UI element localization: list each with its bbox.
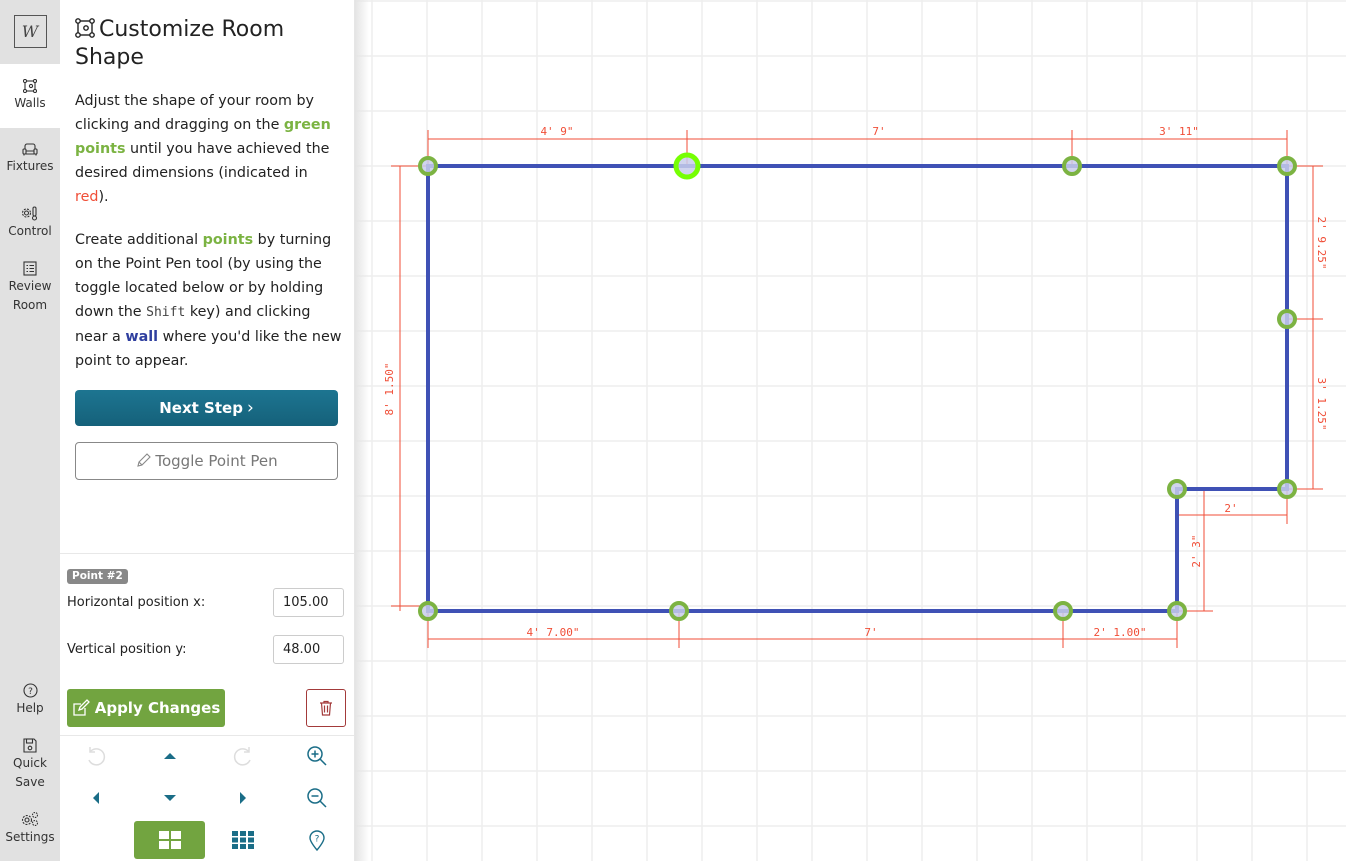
rail-item-help[interactable]: ? Help [0, 683, 60, 718]
thermostat-gear-icon [21, 206, 38, 221]
undo-button[interactable] [76, 741, 116, 771]
large-grid-button[interactable] [134, 821, 205, 859]
walls-icon [23, 79, 37, 93]
grid-3x3-icon [232, 831, 254, 849]
location-help-button[interactable]: ? [297, 825, 337, 855]
caret-right-icon [240, 792, 246, 804]
rail-item-fixtures[interactable]: Fixtures [0, 143, 60, 176]
wall-point[interactable] [1277, 309, 1297, 329]
wall-point[interactable] [1053, 601, 1073, 621]
wall-point[interactable] [418, 156, 438, 176]
edit-icon [73, 699, 90, 716]
rail-item-label: Help [16, 701, 44, 715]
rail-item-label: Walls [14, 96, 46, 110]
wall-point[interactable] [1167, 479, 1187, 499]
map-pin-question-icon: ? [309, 830, 325, 851]
rail-item-label: Settings [5, 830, 55, 844]
dim-label-right-1: 2' 9.25" [1315, 217, 1328, 270]
rail-item-quick-save[interactable]: Quick Save [0, 738, 60, 792]
rail-item-label: Quick Save [13, 756, 47, 789]
dim-label-bottom-3: 2' 1.00" [1094, 626, 1147, 639]
x-position-input[interactable] [273, 588, 344, 617]
dim-label-top-1: 4' 9" [540, 125, 573, 138]
apply-changes-button[interactable]: Apply Changes [67, 689, 225, 727]
rail-item-review-room[interactable]: Review Room [0, 261, 60, 315]
dim-label-top-3: 3' 11" [1159, 125, 1199, 138]
dim-label-left: 8' 1.50" [383, 363, 396, 416]
x-position-label: Horizontal position x: [67, 595, 206, 610]
wall-point[interactable] [669, 601, 689, 621]
caret-left-icon [93, 792, 99, 804]
redo-icon [233, 747, 251, 766]
wall-points [418, 152, 1297, 621]
instructions-paragraph-1: Adjust the shape of your room by clickin… [75, 93, 331, 205]
logo-mark: W [13, 14, 47, 48]
sofa-icon [22, 143, 38, 156]
dim-label-bottom-2: 7' [864, 626, 877, 639]
rail-item-label: Control [8, 224, 52, 238]
room-walls[interactable] [426, 164, 1289, 613]
small-grid-button[interactable] [223, 825, 263, 855]
wall-point[interactable] [1062, 156, 1082, 176]
dimension-labels: 4' 9" 7' 3' 11" 8' 1.50" 2' 9.25" 3' 1.2… [383, 125, 1328, 639]
zoom-in-button[interactable] [297, 741, 337, 771]
question-circle-icon: ? [22, 683, 38, 698]
next-step-button[interactable]: Next Step › [75, 390, 338, 426]
pan-up-button[interactable] [150, 741, 190, 771]
caret-up-icon [164, 753, 176, 759]
icon-rail: W Walls Fixtures Control Review Room ? H… [0, 0, 60, 861]
wall-point[interactable] [1277, 479, 1297, 499]
divider [60, 735, 354, 736]
floppy-disk-icon [23, 738, 37, 753]
zoom-out-button[interactable] [297, 783, 337, 813]
dim-label-top-2: 7' [872, 125, 885, 138]
wall-point[interactable] [418, 601, 438, 621]
redo-button[interactable] [223, 741, 263, 771]
caret-down-icon [164, 795, 176, 801]
gears-icon [21, 811, 39, 827]
grid-2x2-icon [158, 831, 181, 849]
page-title: Customize Room Shape [75, 17, 285, 70]
instructions-paragraph-2: Create additional points by turning on t… [75, 232, 342, 369]
svg-text:?: ? [315, 835, 320, 845]
zoom-in-icon [307, 746, 327, 766]
rail-item-label: Fixtures [6, 159, 54, 173]
trash-icon [320, 700, 332, 716]
rail-item-settings[interactable]: Settings [0, 811, 60, 847]
floorplan-canvas[interactable]: 4' 9" 7' 3' 11" 8' 1.50" 2' 9.25" 3' 1.2… [355, 0, 1346, 861]
dim-label-bottom-1: 4' 7.00" [527, 626, 580, 639]
wall-point[interactable] [1277, 156, 1297, 176]
checklist-icon [23, 261, 37, 276]
chevron-right-icon: › [246, 398, 254, 418]
wall-point[interactable] [1167, 601, 1187, 621]
pan-down-button[interactable] [150, 783, 190, 813]
dim-label-notch-h: 2' [1224, 502, 1237, 515]
undo-icon [88, 747, 106, 766]
rail-item-walls[interactable]: Walls [0, 64, 60, 128]
svg-text:?: ? [28, 687, 33, 697]
pan-left-button[interactable] [76, 783, 116, 813]
y-position-input[interactable] [273, 635, 344, 664]
toggle-point-pen-button[interactable]: Toggle Point Pen [75, 442, 338, 480]
zoom-out-icon [307, 788, 327, 808]
delete-point-button[interactable] [306, 689, 346, 727]
dimension-lines [391, 130, 1323, 648]
wall-point-selected[interactable] [673, 152, 701, 180]
y-position-label: Vertical position y: [67, 642, 187, 657]
pan-right-button[interactable] [223, 783, 263, 813]
side-panel: Customize Room Shape Adjust the shape of… [60, 0, 355, 861]
pencil-icon [137, 453, 152, 467]
rail-item-control[interactable]: Control [0, 206, 60, 241]
floorplan-svg[interactable]: 4' 9" 7' 3' 11" 8' 1.50" 2' 9.25" 3' 1.2… [355, 0, 1346, 861]
dim-label-notch-v: 2' 3" [1190, 534, 1203, 567]
rail-item-label: Review Room [8, 279, 52, 312]
walls-icon [75, 18, 95, 38]
point-badge: Point #2 [67, 569, 128, 584]
dim-label-right-2: 3' 1.25" [1315, 378, 1328, 431]
app-logo[interactable]: W [0, 0, 60, 62]
divider [60, 553, 354, 554]
